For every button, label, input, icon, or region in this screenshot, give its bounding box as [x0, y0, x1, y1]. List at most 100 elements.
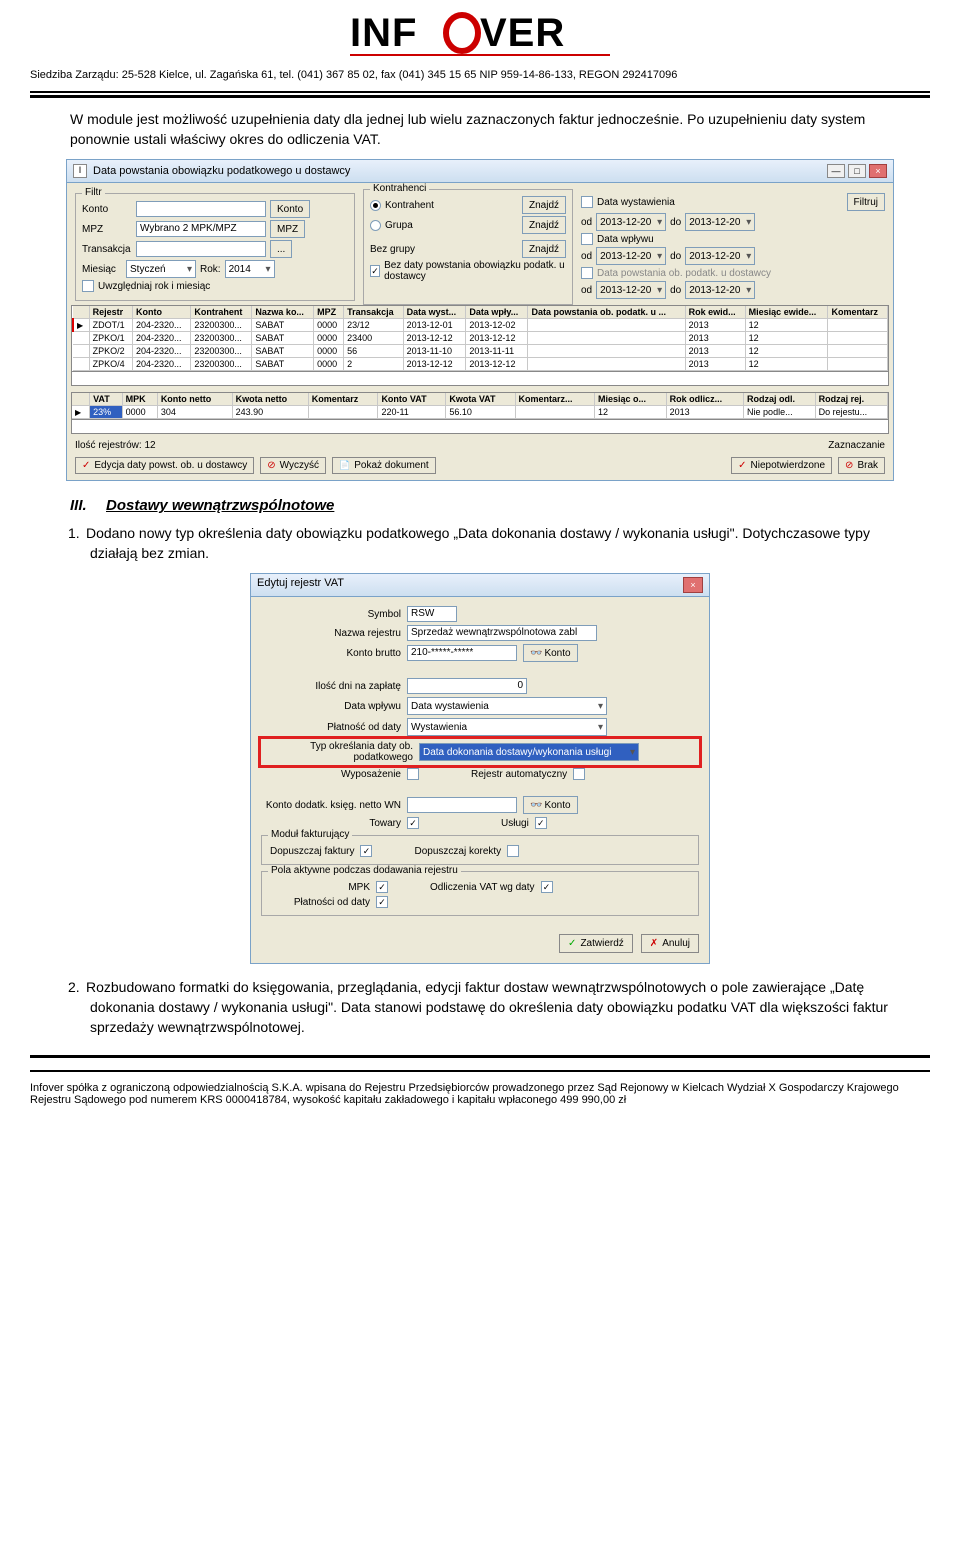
- check-icon: [738, 460, 746, 471]
- odlvat-label: Odliczenia VAT wg daty: [430, 882, 535, 893]
- do1-date[interactable]: 2013-12-20: [685, 213, 755, 231]
- radio-grupa-label: Grupa: [385, 220, 413, 231]
- transakcja-input[interactable]: [136, 241, 266, 257]
- mpk-checkbox[interactable]: [376, 881, 388, 893]
- grid-registers[interactable]: RejestrKontoKontrahentNazwa ko...MPZTran…: [71, 305, 889, 372]
- svg-text:INF: INF: [350, 11, 417, 55]
- pokaz-button[interactable]: Pokaż dokument: [332, 457, 436, 474]
- dopkor-checkbox[interactable]: [507, 845, 519, 857]
- section-title-3: III.Dostawy wewnątrzwspólnotowe: [70, 497, 890, 514]
- table-row[interactable]: ZPKO/4204-2320...23200300...SABAT0000220…: [73, 358, 888, 371]
- uwz-label: Uwzględniaj rok i miesiąc: [98, 281, 210, 292]
- zatwierdz-button[interactable]: Zatwierdź: [559, 934, 633, 953]
- window-minimize[interactable]: —: [827, 164, 845, 178]
- kontod-button[interactable]: 👓Konto: [523, 796, 578, 814]
- mpz-input[interactable]: Wybrano 2 MPK/MPZ: [136, 221, 266, 237]
- radio-grupa[interactable]: [370, 220, 381, 231]
- wyczysc-button[interactable]: Wyczyść: [260, 457, 326, 474]
- do3: do: [670, 285, 681, 296]
- no-icon: [845, 460, 853, 471]
- chk-data-pop[interactable]: [581, 267, 593, 279]
- odlvat-checkbox[interactable]: [541, 881, 553, 893]
- pola-legend: Pola aktywne podczas dodawania rejestru: [268, 865, 461, 876]
- znajdz1-button[interactable]: Znajdź: [522, 196, 566, 214]
- platn-select[interactable]: Wystawienia: [407, 718, 607, 736]
- kontrahenci-legend: Kontrahenci: [370, 183, 429, 194]
- platn-label: Płatność od daty: [261, 722, 401, 733]
- mpk-label: MPK: [270, 882, 370, 893]
- od2: od: [581, 251, 592, 262]
- window-maximize[interactable]: □: [848, 164, 866, 178]
- ilosc-input[interactable]: 0: [407, 678, 527, 694]
- doc-icon: [339, 460, 350, 471]
- grid-vat[interactable]: VATMPKKonto nettoKwota nettoKomentarzKon…: [71, 392, 889, 420]
- brak-button[interactable]: Brak: [838, 457, 885, 474]
- symbol-label: Symbol: [261, 609, 401, 620]
- radio-kontrahent[interactable]: [370, 200, 381, 211]
- towary-label: Towary: [261, 818, 401, 829]
- konto-button[interactable]: Konto: [270, 200, 310, 218]
- typ-select[interactable]: Data dokonania dostawy/wykonania usługi: [419, 743, 639, 761]
- filtruj-button[interactable]: Filtruj: [847, 193, 885, 211]
- od2-date[interactable]: 2013-12-20: [596, 247, 666, 265]
- app-window-tax-date: I Data powstania obowiązku podatkowego u…: [66, 159, 894, 481]
- uslugi-checkbox[interactable]: [535, 817, 547, 829]
- dopfak-label: Dopuszczaj faktury: [270, 846, 354, 857]
- chk-data-wyst[interactable]: [581, 196, 593, 208]
- od1-date[interactable]: 2013-12-20: [596, 213, 666, 231]
- znajdz2-button[interactable]: Znajdź: [522, 216, 566, 234]
- rok-select[interactable]: 2014: [225, 260, 275, 278]
- towary-checkbox[interactable]: [407, 817, 419, 829]
- window-title: Data powstania obowiązku podatkowego u d…: [93, 165, 350, 177]
- datawp-select[interactable]: Data wystawienia: [407, 697, 607, 715]
- do2-date[interactable]: 2013-12-20: [685, 247, 755, 265]
- chk-data-wplywu[interactable]: [581, 233, 593, 245]
- bezgrupy-label: Bez grupy: [370, 244, 415, 255]
- transakcja-button[interactable]: ...: [270, 240, 292, 258]
- window-close[interactable]: ×: [869, 164, 887, 178]
- header-address: Siedziba Zarządu: 25-528 Kielce, ul. Zag…: [30, 65, 930, 87]
- od3-date[interactable]: 2013-12-20: [596, 281, 666, 299]
- footer-divider-thin: [30, 1070, 930, 1072]
- bezdaty-label: Bez daty powstania obowiązku podatk. u d…: [384, 260, 566, 282]
- cancel-icon: [650, 938, 658, 949]
- uwz-checkbox[interactable]: [82, 280, 94, 292]
- anuluj-button[interactable]: Anuluj: [641, 934, 699, 953]
- table-row[interactable]: ZPKO/1204-2320...23200300...SABAT0000234…: [73, 332, 888, 345]
- kontod-input[interactable]: [407, 797, 517, 813]
- transakcja-label: Transakcja: [82, 244, 132, 255]
- window-icon: I: [73, 164, 87, 178]
- dialog-title: Edytuj rejestr VAT: [257, 577, 344, 593]
- typ-label: Typ określania daty ob. podatkowego: [263, 741, 413, 763]
- miesiac-select[interactable]: Styczeń: [126, 260, 196, 278]
- nazwa-label: Nazwa rejestru: [261, 628, 401, 639]
- bezdaty-checkbox[interactable]: [370, 265, 380, 277]
- niepot-button[interactable]: Niepotwierdzone: [731, 457, 832, 474]
- wypos-checkbox[interactable]: [407, 768, 419, 780]
- dopfak-checkbox[interactable]: [360, 845, 372, 857]
- do3-date[interactable]: 2013-12-20: [685, 281, 755, 299]
- od1: od: [581, 217, 592, 228]
- znajdz3-button[interactable]: Znajdź: [522, 240, 566, 258]
- konto-input[interactable]: [136, 201, 266, 217]
- footer-divider: [30, 1055, 930, 1058]
- logo: INF VER: [30, 0, 930, 65]
- konto-label: Konto: [82, 204, 132, 215]
- table-row[interactable]: 23%0000304243.90220-1156.10122013Nie pod…: [72, 406, 888, 419]
- uslugi-label: Usługi: [501, 818, 529, 829]
- symbol-input[interactable]: RSW: [407, 606, 457, 622]
- table-row[interactable]: ZPKO/2204-2320...23200300...SABAT0000562…: [73, 345, 888, 358]
- status-count: Ilość rejestrów: 12: [75, 440, 156, 451]
- kontob-label: Konto brutto: [261, 648, 401, 659]
- edit-date-button[interactable]: Edycja daty powst. ob. u dostawcy: [75, 457, 254, 474]
- kontob-input[interactable]: 210-*****-*****: [407, 645, 517, 661]
- ilosc-label: Ilość dni na zapłatę: [261, 681, 401, 692]
- divider-thick: [30, 95, 930, 98]
- table-row[interactable]: ZDOT/1204-2320...23200300...SABAT000023/…: [73, 319, 888, 332]
- mpz-button[interactable]: MPZ: [270, 220, 305, 238]
- rejaut-checkbox[interactable]: [573, 768, 585, 780]
- kontob-button[interactable]: 👓Konto: [523, 644, 578, 662]
- nazwa-input[interactable]: Sprzedaż wewnątrzwspólnotowa zabl: [407, 625, 597, 641]
- platod-checkbox[interactable]: [376, 896, 388, 908]
- dialog-close[interactable]: ×: [683, 577, 703, 593]
